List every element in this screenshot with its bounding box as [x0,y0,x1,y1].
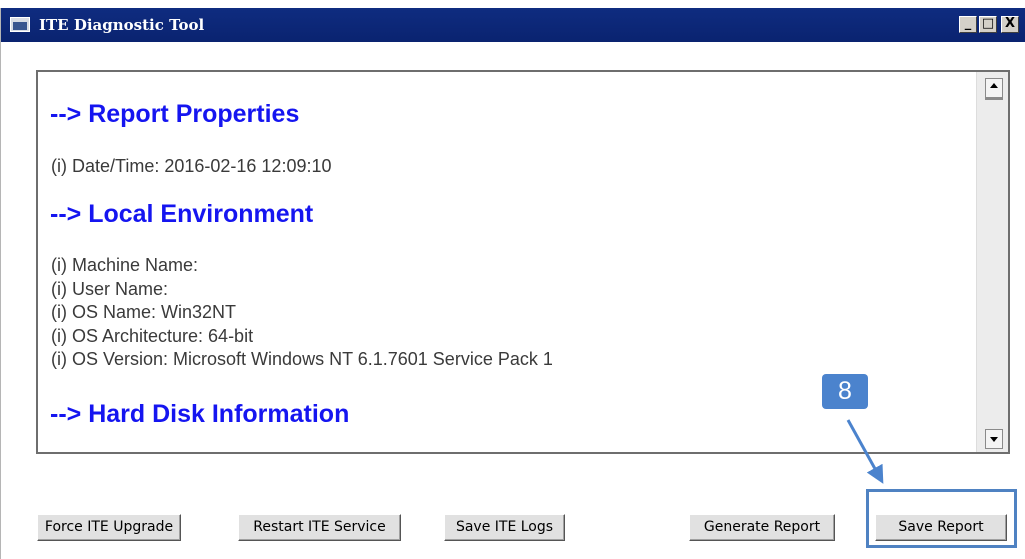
vertical-scrollbar[interactable] [976,72,1008,452]
close-button[interactable]: X [1001,16,1019,33]
datetime-line: (i) Date/Time: 2016-02-16 12:09:10 [51,156,332,176]
app-window: ITE Diagnostic Tool _ □ X --> Report Pro… [0,8,1025,559]
save-report-highlight-box [866,489,1017,548]
env-line-os-version: (i) OS Version: Microsoft Windows NT 6.1… [51,349,553,369]
scroll-thumb[interactable] [985,98,1003,100]
heading-hard-disk: --> Hard Disk Information [50,400,350,428]
env-line-user-name: (i) User Name: [51,279,169,299]
env-line-os-architecture: (i) OS Architecture: 64-bit [51,326,254,346]
scroll-up-arrow-icon[interactable] [985,78,1003,98]
force-ite-upgrade-button[interactable]: Force ITE Upgrade [37,514,181,541]
heading-local-environment: --> Local Environment [50,200,314,228]
minimize-button[interactable]: _ [959,16,977,33]
restart-ite-service-button[interactable]: Restart ITE Service [238,514,401,541]
title-bar[interactable]: ITE Diagnostic Tool _ □ X [1,8,1025,42]
generate-report-button[interactable]: Generate Report [689,514,835,541]
maximize-button[interactable]: □ [979,16,997,33]
app-icon[interactable] [10,17,30,32]
env-line-os-name: (i) OS Name: Win32NT [51,302,237,322]
window-title: ITE Diagnostic Tool [39,16,205,34]
scroll-down-arrow-icon[interactable] [985,429,1003,449]
step-number-badge: 8 [822,374,868,409]
save-ite-logs-button[interactable]: Save ITE Logs [444,514,565,541]
heading-report-properties: --> Report Properties [50,100,300,128]
env-line-machine-name: (i) Machine Name: [51,255,199,275]
